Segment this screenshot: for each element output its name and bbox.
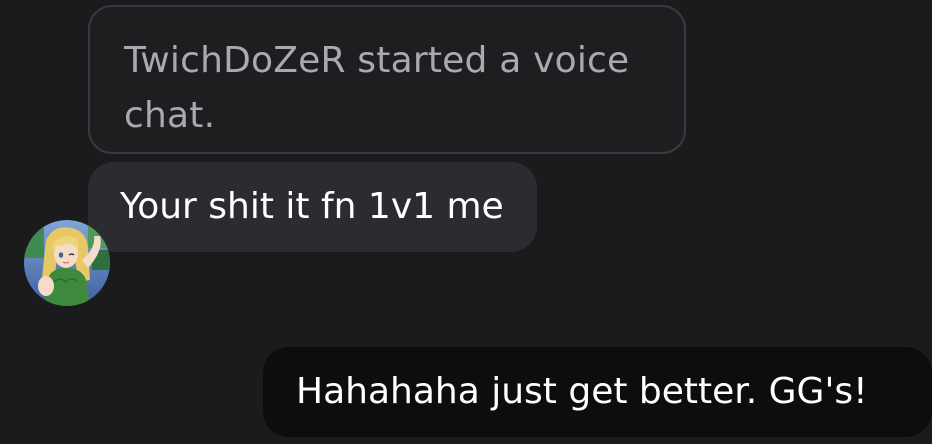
incoming-message-bubble[interactable]: Your shit it fn 1v1 me [88, 162, 537, 252]
anime-character-avatar-icon [24, 220, 110, 306]
system-message-voice-chat: TwichDoZeR started a voice chat. [88, 5, 686, 154]
outgoing-message-text: Hahahaha just get better. GG's! [296, 371, 868, 412]
outgoing-message-bubble[interactable]: Hahahaha just get better. GG's! [263, 347, 932, 437]
chat-thread: TwichDoZeR started a voice chat. Your sh… [0, 0, 932, 444]
incoming-message-text: Your shit it fn 1v1 me [120, 186, 504, 227]
sender-avatar[interactable] [24, 220, 110, 306]
system-message-text: TwichDoZeR started a voice chat. [124, 40, 630, 136]
